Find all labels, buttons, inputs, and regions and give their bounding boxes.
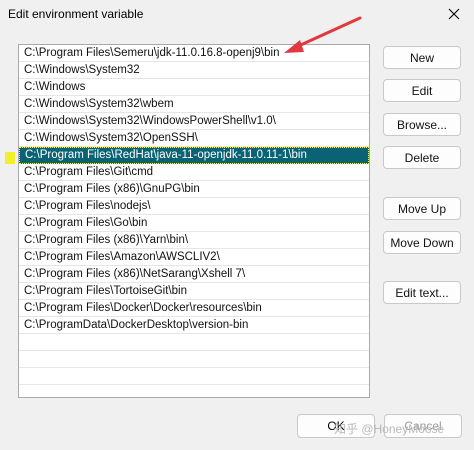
path-row[interactable] [19,385,369,397]
path-row[interactable]: C:\Windows\System32\OpenSSH\ [19,130,369,147]
path-list[interactable]: C:\Program Files\Semeru\jdk-11.0.16.8-op… [18,44,370,398]
path-row[interactable]: C:\Program Files\nodejs\ [19,198,369,215]
close-button[interactable] [440,1,468,27]
path-row[interactable]: C:\ProgramData\DockerDesktop\version-bin [19,317,369,334]
path-row[interactable]: C:\Program Files (x86)\NetSarang\Xshell … [19,266,369,283]
path-row[interactable]: C:\Program Files\RedHat\java-11-openjdk-… [19,147,369,164]
window-title: Edit environment variable [8,7,144,21]
annotation-arrow [284,16,362,53]
close-icon [448,8,460,20]
highlight-marker [5,152,15,164]
path-row[interactable]: C:\Program Files\TortoiseGit\bin [19,283,369,300]
path-row[interactable]: C:\Program Files\Git\cmd [19,164,369,181]
path-row[interactable]: C:\Program Files (x86)\GnuPG\bin [19,181,369,198]
delete-button[interactable]: Delete [383,146,461,169]
new-button[interactable]: New [383,46,461,69]
path-row[interactable]: C:\Program Files\Go\bin [19,215,369,232]
edit-text-button[interactable]: Edit text... [383,281,461,304]
path-row[interactable]: C:\Program Files\Docker\Docker\resources… [19,300,369,317]
move-up-button[interactable]: Move Up [383,197,461,220]
path-row[interactable] [19,351,369,368]
path-row[interactable] [19,368,369,385]
path-row[interactable]: C:\Program Files (x86)\Yarn\bin\ [19,232,369,249]
path-row[interactable]: C:\Windows\System32\wbem [19,96,369,113]
path-row[interactable] [19,334,369,351]
watermark: 知乎 @HoneyMoose [334,422,445,436]
edit-env-dialog: Edit environment variable C:\Program Fil… [0,0,474,450]
edit-button[interactable]: Edit [383,79,461,102]
path-row[interactable]: C:\Windows\System32 [19,62,369,79]
browse-button[interactable]: Browse... [383,113,461,136]
path-row[interactable]: C:\Windows\System32\WindowsPowerShell\v1… [19,113,369,130]
path-row[interactable]: C:\Windows [19,79,369,96]
path-row[interactable]: C:\Program Files\Amazon\AWSCLIV2\ [19,249,369,266]
move-down-button[interactable]: Move Down [383,231,461,254]
